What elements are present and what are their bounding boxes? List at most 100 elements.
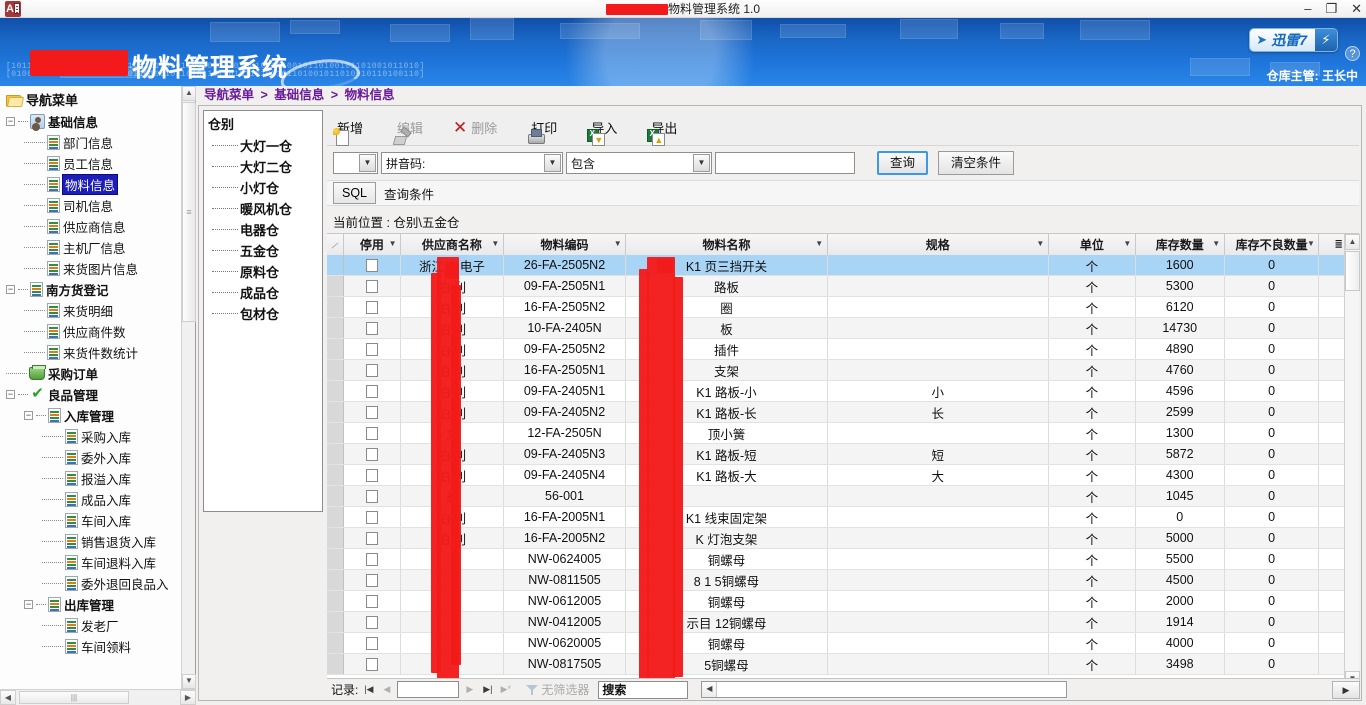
record-number-input[interactable]: [397, 681, 460, 698]
sidebar-item-13[interactable]: − ✔ 良品管理: [2, 384, 182, 405]
sidebar-item-20[interactable]: 销售退货入库: [2, 531, 182, 552]
grid-column-header-1[interactable]: 供应商名称 ▼: [401, 234, 504, 255]
cell-stop-checkbox[interactable]: [344, 528, 402, 548]
cell-stop-checkbox[interactable]: [344, 507, 402, 527]
grid-column-header-6[interactable]: 库存数量 ▼: [1135, 234, 1225, 255]
row-selector[interactable]: [327, 339, 344, 359]
sql-button[interactable]: SQL: [333, 182, 377, 204]
row-selector[interactable]: [327, 423, 344, 443]
grid-scroll-up-icon[interactable]: ▲: [1345, 234, 1360, 250]
chevron-down-icon[interactable]: ▼: [544, 154, 561, 172]
cell-stop-checkbox[interactable]: [344, 276, 402, 296]
row-selector[interactable]: [327, 255, 344, 275]
stop-checkbox[interactable]: [365, 447, 378, 461]
cell-stop-checkbox[interactable]: [344, 591, 402, 611]
chevron-down-icon[interactable]: ▼: [613, 240, 622, 249]
previous-record-button[interactable]: ◀: [379, 682, 394, 698]
row-selector[interactable]: [327, 612, 344, 632]
sidebar-item-6[interactable]: 主机厂信息: [2, 237, 182, 258]
sidebar-item-25[interactable]: 车间领料: [2, 636, 182, 657]
row-selector[interactable]: [327, 654, 344, 674]
stop-checkbox[interactable]: [365, 258, 378, 272]
stop-checkbox[interactable]: [365, 615, 378, 629]
search-button[interactable]: 查询: [877, 151, 929, 175]
row-selector[interactable]: [327, 297, 344, 317]
scrollbar-thumb[interactable]: [182, 102, 196, 322]
cell-stop-checkbox[interactable]: [344, 402, 402, 422]
cell-stop-checkbox[interactable]: [344, 381, 402, 401]
sidebar-item-19[interactable]: 车间入库: [2, 510, 182, 531]
grid-column-header-5[interactable]: 单位 ▼: [1048, 234, 1136, 255]
sidebar-item-15[interactable]: 采购入库: [2, 426, 182, 447]
table-row[interactable]: 文 12-FA-2505N 顶小簧个13000: [327, 423, 1359, 444]
warehouse-item-1[interactable]: 大灯二仓: [204, 156, 322, 177]
cell-stop-checkbox[interactable]: [344, 318, 402, 338]
sidebar-item-0[interactable]: − 基础信息: [2, 111, 182, 132]
row-selector[interactable]: [327, 402, 344, 422]
cell-stop-checkbox[interactable]: [344, 633, 402, 653]
sidebar-item-2[interactable]: 员工信息: [2, 153, 182, 174]
chevron-down-icon[interactable]: ▼: [815, 240, 824, 249]
bolt-icon[interactable]: ⚡: [1315, 29, 1337, 51]
warehouse-item-5[interactable]: 五金仓: [204, 240, 322, 261]
stop-checkbox[interactable]: [365, 468, 378, 482]
table-row[interactable]: 泊 利16-FA-2005N2K 灯泡支架个50000: [327, 528, 1359, 549]
first-record-button[interactable]: |◀: [361, 682, 376, 698]
row-selector[interactable]: [327, 318, 344, 338]
table-row[interactable]: 泊 利09-FA-2405N3K1 路板-短短个58720: [327, 444, 1359, 465]
sidebar-item-10[interactable]: 供应商件数: [2, 321, 182, 342]
cell-stop-checkbox[interactable]: [344, 444, 402, 464]
chevron-down-icon[interactable]: ▼: [1123, 240, 1132, 249]
toolbar-button-import-excel[interactable]: X ▼ 导入: [587, 118, 618, 145]
toolbar-button-export-excel[interactable]: X ▲ 导出: [647, 118, 678, 145]
sidebar-item-11[interactable]: 来货件数统计: [2, 342, 182, 363]
table-row[interactable]: NW-0612005 铜螺母个 2000 0: [327, 591, 1359, 612]
warehouse-item-7[interactable]: 成品仓: [204, 282, 322, 303]
tree-expander-icon[interactable]: −: [24, 411, 33, 420]
field-select[interactable]: ▼: [333, 152, 378, 174]
cell-stop-checkbox[interactable]: [344, 339, 402, 359]
table-row[interactable]: NW-0811505 8 1 5铜螺母个 4500 0: [327, 570, 1359, 591]
stop-checkbox[interactable]: [365, 363, 378, 377]
tree-expander-icon[interactable]: −: [6, 285, 15, 294]
grid-vertical-scrollbar[interactable]: ▲ ▼: [1344, 234, 1360, 687]
cell-stop-checkbox[interactable]: [344, 549, 402, 569]
chevron-down-icon[interactable]: ▼: [1036, 240, 1045, 249]
column-select[interactable]: 拼音码: ▼: [381, 152, 563, 174]
sidebar-item-12[interactable]: 采购订单: [2, 363, 182, 384]
tree-expander-icon[interactable]: −: [6, 390, 15, 399]
row-selector[interactable]: [327, 276, 344, 296]
warehouse-item-4[interactable]: 电器仓: [204, 219, 322, 240]
stop-checkbox[interactable]: [365, 300, 378, 314]
stop-checkbox[interactable]: [365, 426, 378, 440]
sidebar-item-7[interactable]: 来货图片信息: [2, 258, 182, 279]
chevron-down-icon[interactable]: ▼: [359, 154, 376, 172]
table-row[interactable]: 泊 利16-FA-2505N1 支架个47600: [327, 360, 1359, 381]
stop-checkbox[interactable]: [365, 573, 378, 587]
grid-scrollbar-thumb[interactable]: [1345, 251, 1360, 291]
row-selector[interactable]: [327, 507, 344, 527]
table-row[interactable]: NW-0817505 5铜螺母个 3498 0: [327, 654, 1359, 675]
scroll-down-icon[interactable]: ▼: [182, 674, 196, 689]
grid-column-header-4[interactable]: 规格 ▼: [827, 234, 1049, 255]
grid-column-header-3[interactable]: 物料名称 ▼: [626, 234, 828, 255]
chevron-down-icon[interactable]: ▼: [693, 154, 710, 172]
maximize-button[interactable]: ❐: [1325, 0, 1337, 18]
grid-column-header-2[interactable]: 物料编码 ▼: [503, 234, 627, 255]
warehouse-item-8[interactable]: 包材仓: [204, 303, 322, 324]
table-row[interactable]: 泊 利16-FA-2005N1K1 线束固定架个00: [327, 507, 1359, 528]
thunder-downloader-widget[interactable]: ➤ 迅雷7 ⚡: [1249, 28, 1338, 52]
row-selector[interactable]: [327, 381, 344, 401]
table-row[interactable]: NW-0624005 铜螺母个 5500 0: [327, 549, 1359, 570]
sidebar-item-23[interactable]: − 出库管理: [2, 594, 182, 615]
toolbar-button-print[interactable]: 打印: [527, 118, 557, 137]
stop-checkbox[interactable]: [365, 594, 378, 608]
chevron-down-icon[interactable]: ▼: [1212, 240, 1221, 249]
last-record-button[interactable]: ▶|: [480, 682, 495, 698]
sidebar-item-18[interactable]: 成品入库: [2, 489, 182, 510]
stop-checkbox[interactable]: [365, 279, 378, 293]
table-row[interactable]: NW-0620005 铜螺母个 4000 0: [327, 633, 1359, 654]
sidebar-item-8[interactable]: − 南方货登记: [2, 279, 182, 300]
grid-select-all-corner[interactable]: [327, 234, 344, 255]
sidebar-item-14[interactable]: − 入库管理: [2, 405, 182, 426]
